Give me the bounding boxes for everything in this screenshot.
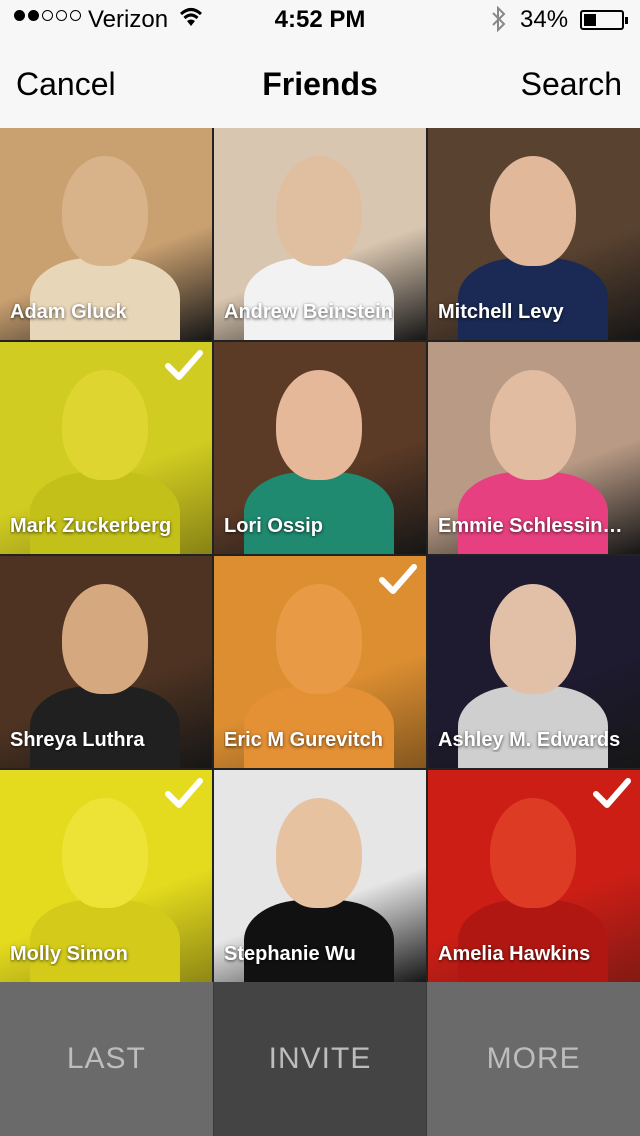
friend-tile[interactable]: Amelia Hawkins bbox=[428, 770, 640, 982]
friend-tile[interactable]: Emmie Schlessinger bbox=[428, 342, 640, 554]
friend-name: Eric M Gurevitch bbox=[224, 729, 383, 751]
friend-name: Adam Gluck bbox=[10, 301, 127, 323]
last-button[interactable]: LAST bbox=[0, 982, 214, 1136]
friend-tile[interactable]: Mark Zuckerberg bbox=[0, 342, 212, 554]
checkmark-icon bbox=[592, 776, 632, 815]
battery-icon bbox=[580, 10, 628, 30]
friend-name: Amelia Hawkins bbox=[438, 943, 591, 965]
friend-tile[interactable]: Molly Simon bbox=[0, 770, 212, 982]
friend-tile[interactable]: Andrew Beinstein bbox=[214, 128, 426, 340]
navigation-bar: Cancel Friends Search bbox=[0, 40, 640, 128]
more-button[interactable]: MORE bbox=[427, 982, 640, 1136]
friend-name: Ashley M. Edwards bbox=[438, 729, 621, 751]
checkmark-icon bbox=[378, 562, 418, 601]
friend-tile[interactable]: Stephanie Wu bbox=[214, 770, 426, 982]
battery-percent: 34% bbox=[520, 6, 569, 33]
friend-name: Lori Ossip bbox=[224, 515, 323, 537]
checkmark-icon bbox=[164, 348, 204, 387]
friend-tile[interactable]: Shreya Luthra bbox=[0, 556, 212, 768]
friend-tile[interactable]: Lori Ossip bbox=[214, 342, 426, 554]
friend-tile[interactable]: Eric M Gurevitch bbox=[214, 556, 426, 768]
friends-grid: Adam Gluck Andrew Beinstein Mitchell Levy M… bbox=[0, 128, 640, 982]
friend-name: Mark Zuckerberg bbox=[10, 515, 172, 537]
friend-name: Emmie Schlessinger bbox=[438, 515, 632, 537]
friend-name: Stephanie Wu bbox=[224, 943, 356, 965]
status-bar: Verizon 4:52 PM 34% bbox=[0, 0, 640, 40]
search-button[interactable]: Search bbox=[521, 66, 622, 103]
friend-name: Molly Simon bbox=[10, 943, 128, 965]
friend-tile[interactable]: Ashley M. Edwards bbox=[428, 556, 640, 768]
friend-tile[interactable]: Mitchell Levy bbox=[428, 128, 640, 340]
friend-tile[interactable]: Adam Gluck bbox=[0, 128, 212, 340]
friend-name: Shreya Luthra bbox=[10, 729, 145, 751]
friend-name: Mitchell Levy bbox=[438, 301, 564, 323]
bluetooth-icon bbox=[490, 5, 508, 39]
invite-button[interactable]: INVITE bbox=[213, 982, 428, 1136]
checkmark-icon bbox=[164, 776, 204, 815]
friend-name: Andrew Beinstein bbox=[224, 301, 393, 323]
bottom-toolbar: LAST INVITE MORE bbox=[0, 982, 640, 1136]
